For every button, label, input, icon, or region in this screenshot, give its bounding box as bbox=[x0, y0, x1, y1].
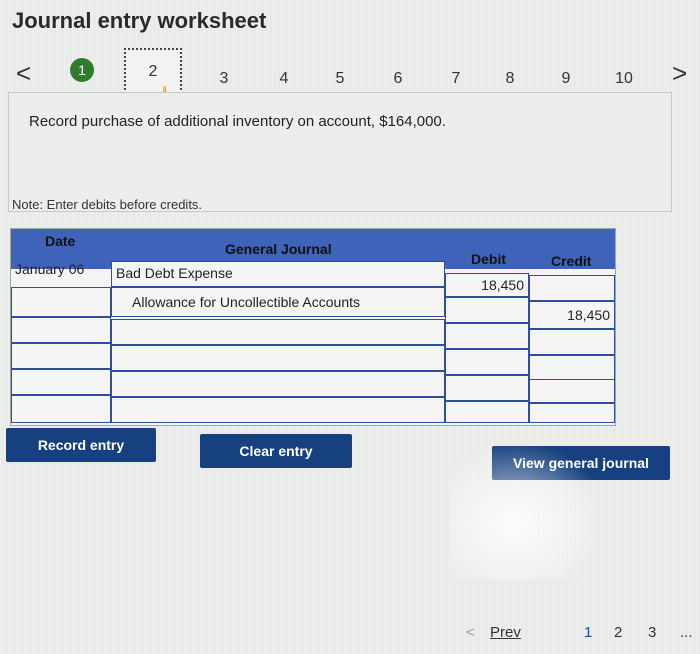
header-credit: Credit bbox=[551, 253, 592, 269]
journal-table: Date General Journal Debit Credit Januar… bbox=[10, 228, 616, 426]
row1-account[interactable]: Bad Debt Expense bbox=[111, 261, 445, 287]
page-2-link[interactable]: 2 bbox=[614, 624, 622, 641]
page-3-link[interactable]: 3 bbox=[648, 624, 656, 641]
row1-date[interactable]: January 06 bbox=[11, 259, 111, 285]
step-9[interactable]: 9 bbox=[556, 70, 576, 88]
header-debit-cell: Debit bbox=[445, 229, 529, 269]
step-6[interactable]: 6 bbox=[388, 70, 408, 88]
prev-step-arrow-icon[interactable]: < bbox=[16, 58, 31, 89]
row5-date[interactable] bbox=[11, 369, 111, 395]
row2-debit[interactable] bbox=[445, 297, 529, 323]
header-date: Date bbox=[45, 233, 76, 249]
page-1-link[interactable]: 1 bbox=[584, 624, 592, 641]
row1-credit[interactable] bbox=[529, 275, 615, 301]
row3-debit[interactable] bbox=[445, 323, 529, 349]
row1-debit[interactable]: 18,450 bbox=[445, 273, 529, 297]
row4-date[interactable] bbox=[11, 343, 111, 369]
instruction-text: Record purchase of additional inventory … bbox=[29, 113, 446, 130]
row4-account[interactable] bbox=[111, 345, 445, 371]
row5-account[interactable] bbox=[111, 371, 445, 397]
next-step-arrow-icon[interactable]: > bbox=[672, 58, 687, 89]
page-title: Journal entry worksheet bbox=[12, 8, 267, 33]
row6-date[interactable] bbox=[11, 395, 111, 423]
step-7[interactable]: 7 bbox=[446, 70, 466, 88]
step-1[interactable]: 1 bbox=[70, 58, 94, 82]
prev-chevron-icon[interactable]: < bbox=[466, 624, 475, 641]
instruction-panel: Record purchase of additional inventory … bbox=[8, 92, 672, 212]
step-4[interactable]: 4 bbox=[274, 70, 294, 88]
row5-debit[interactable] bbox=[445, 375, 529, 401]
row3-credit[interactable] bbox=[529, 329, 615, 355]
step-5[interactable]: 5 bbox=[330, 70, 350, 88]
header-general-journal: General Journal bbox=[225, 241, 332, 257]
more-pages[interactable]: ... bbox=[680, 624, 693, 641]
row2-credit[interactable]: 18,450 bbox=[529, 301, 615, 329]
row6-credit[interactable] bbox=[529, 403, 615, 423]
header-credit-cell: Credit bbox=[529, 229, 615, 269]
row5-credit[interactable] bbox=[529, 379, 615, 403]
clear-entry-button[interactable]: Clear entry bbox=[200, 434, 352, 468]
row4-debit[interactable] bbox=[445, 349, 529, 375]
row6-debit[interactable] bbox=[445, 401, 529, 423]
view-general-journal-button[interactable]: View general journal bbox=[492, 446, 670, 480]
pagination: < Prev 1 2 3 ... bbox=[460, 620, 700, 650]
step-10[interactable]: 10 bbox=[614, 70, 634, 88]
step-8[interactable]: 8 bbox=[500, 70, 520, 88]
row3-account[interactable] bbox=[111, 319, 445, 345]
row2-date[interactable] bbox=[11, 287, 111, 317]
header-debit: Debit bbox=[471, 251, 506, 267]
step-3[interactable]: 3 bbox=[214, 70, 234, 88]
row4-credit[interactable] bbox=[529, 355, 615, 381]
prev-page-link[interactable]: Prev bbox=[490, 624, 521, 641]
row2-account[interactable]: Allowance for Uncollectible Accounts bbox=[111, 287, 445, 317]
row6-account[interactable] bbox=[111, 397, 445, 423]
note-text: Note: Enter debits before credits. bbox=[12, 197, 203, 212]
record-entry-button[interactable]: Record entry bbox=[6, 428, 156, 462]
row3-date[interactable] bbox=[11, 317, 111, 343]
